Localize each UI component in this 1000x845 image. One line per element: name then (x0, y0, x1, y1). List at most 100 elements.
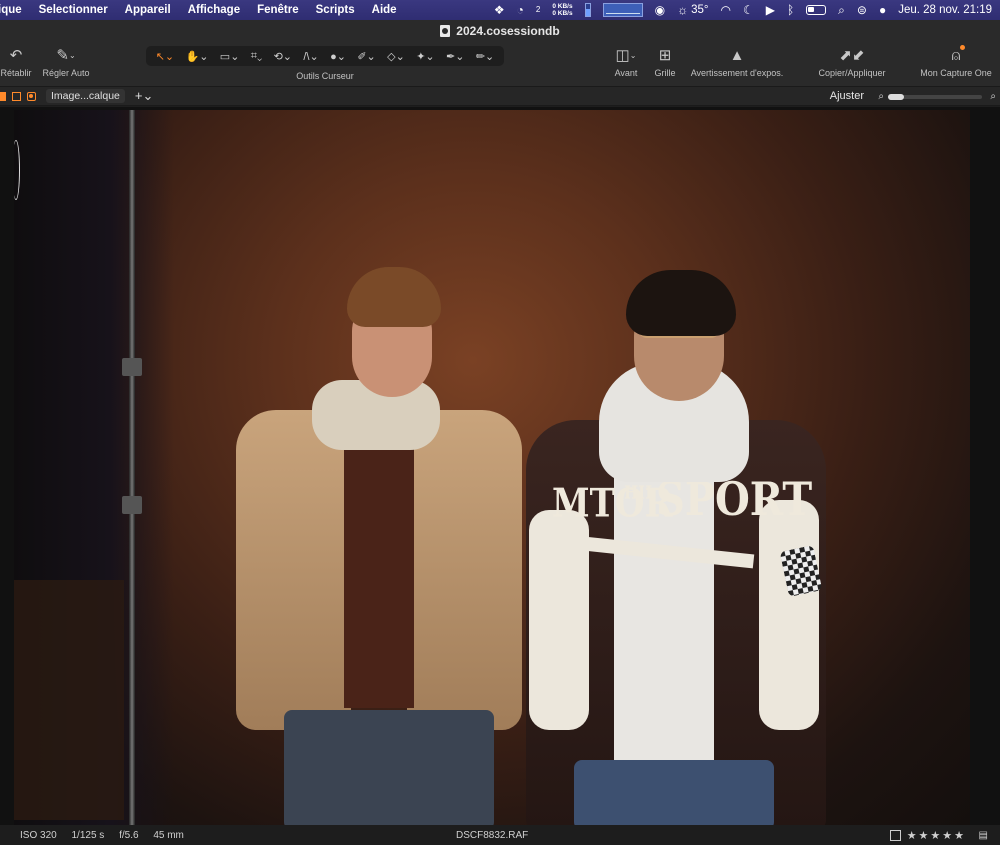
reset-arrow-icon: ↶ (9, 47, 23, 64)
person-right-jeans (574, 760, 774, 825)
grid-button[interactable]: ⊞ Grille (650, 42, 680, 86)
eraser-icon[interactable]: ◇⌄ (387, 50, 405, 63)
gradient-icon[interactable]: ✦⌄ (416, 50, 434, 63)
layer-mask-icon[interactable] (0, 91, 6, 101)
iso-value: ISO 320 (20, 829, 57, 841)
bluetooth-icon[interactable]: ᛒ (787, 0, 794, 20)
select-cursor-icon[interactable]: ↖⌄ (156, 50, 174, 63)
magic-wand-icon: ✎ ⌄ (56, 47, 76, 64)
annotate-icon[interactable]: ✏⌄ (476, 50, 494, 63)
reset-button[interactable]: ↶ Rétablir (0, 42, 34, 86)
macos-menu-bar: ique Selectionner Appareil Affichage Fen… (0, 0, 1000, 20)
brush-icon[interactable]: ✐⌄ (357, 50, 375, 63)
exposure-warning-button[interactable]: ▲ Avertissement d'expos. (686, 42, 788, 86)
exposure-warning-label: Avertissement d'expos. (690, 68, 784, 78)
studio-cabinet (14, 580, 124, 820)
menu-item-select[interactable]: Selectionner (39, 4, 108, 16)
zoom-out-icon[interactable]: ⌕ (878, 91, 884, 102)
copy-apply-label: Copier/Appliquer (818, 68, 886, 78)
main-toolbar: ↶ Rétablir ✎ ⌄ Régler Auto ↖⌄ ✋⌄ ▭⌄ ⌗⌄ ⟲⌄… (0, 42, 1000, 86)
grid-icon: ⊞ (658, 47, 672, 64)
weather-widget[interactable]: ☼ 35° (677, 0, 708, 20)
copy-apply-arrows-icon: ⬈⬋ (839, 47, 865, 64)
reset-label: Rétablir (0, 68, 32, 78)
moon-icon[interactable]: ☾ (743, 0, 754, 20)
color-tag-box[interactable] (889, 829, 901, 841)
add-layer-icon[interactable]: +⌄ (135, 88, 153, 104)
app-menu: ique Selectionner Appareil Affichage Fen… (0, 4, 414, 16)
image-info-bar: ISO 320 1/125 s f/5.6 45 mm DSCF8832.RAF… (0, 825, 1000, 845)
menu-bar-status-area: ❖ ◔ 2 0 KB/s 0 KB/s ◉ ☼ 35° ◠ ☾ ▶ ᛒ ⌕ ⊜ … (482, 0, 992, 20)
speedometer-icon[interactable]: ◔ (517, 0, 524, 20)
menu-item-window[interactable]: Fenêtre (257, 4, 299, 16)
jacket-text-chest: HIL (624, 482, 656, 504)
camera-focus-icon[interactable]: ▭⌄ (220, 50, 240, 63)
window-title: 2024.cosessiondb (456, 24, 560, 38)
photo-preview[interactable]: MTOR HIL SPORT (14, 110, 970, 825)
my-capture-one-label: Mon Capture One (920, 68, 992, 78)
pan-hand-icon[interactable]: ✋⌄ (186, 50, 209, 63)
person-right-sleeve-right (759, 500, 819, 730)
warning-triangle-icon: ▲ (729, 46, 745, 64)
menu-item-help[interactable]: Aide (372, 4, 397, 16)
layer-view-icon[interactable] (27, 91, 36, 101)
keystone-icon[interactable]: /\⌄ (303, 50, 318, 63)
file-name: DSCF8832.RAF (456, 829, 529, 841)
clock[interactable]: Jeu. 28 nov. 21:19 (898, 4, 992, 16)
grid-label: Grille (654, 68, 676, 78)
memory-meter[interactable] (584, 3, 591, 17)
focal-length-value: 45 mm (153, 829, 184, 841)
exif-info: ISO 320 1/125 s f/5.6 45 mm (0, 830, 184, 841)
person-left-jacket-right (407, 410, 522, 730)
battery-icon[interactable] (806, 5, 827, 15)
siri-icon[interactable]: ● (879, 0, 886, 20)
viewer-options-bar: Image...calque +⌄ Ajuster ⌕ ⌕ (0, 86, 1000, 106)
menu-item-camera[interactable]: Appareil (125, 4, 171, 16)
play-circle-icon[interactable]: ▶ (766, 0, 775, 20)
aperture-value: f/5.6 (119, 829, 139, 841)
spot-removal-icon[interactable]: ●⌄ (330, 50, 346, 63)
menu-item-view[interactable]: Affichage (188, 4, 240, 16)
zoom-in-icon[interactable]: ⌕ (990, 91, 996, 102)
crop-icon[interactable]: ⌗⌄ (251, 50, 262, 63)
control-center-icon[interactable]: ⊜ (857, 0, 867, 20)
before-button[interactable]: ◫ ⌄ Avant (606, 42, 646, 86)
search-icon[interactable]: ⌕ (838, 0, 845, 20)
light-stand (129, 110, 135, 825)
before-label: Avant (614, 68, 638, 78)
network-speed[interactable]: 0 KB/s 0 KB/s (552, 3, 572, 17)
my-capture-one-button[interactable]: ⍝ Mon Capture One (916, 42, 996, 86)
rotate-icon[interactable]: ⟲⌄ (274, 50, 292, 63)
temperature: 35° (691, 4, 709, 16)
image-viewer[interactable]: MTOR HIL SPORT (0, 107, 1000, 825)
menu-item-scripts[interactable]: Scripts (316, 4, 355, 16)
user-circle-icon[interactable]: ◉ (655, 0, 665, 20)
shutter-value: 1/125 s (71, 829, 105, 841)
info-menu-icon[interactable]: ▤ (979, 830, 988, 841)
session-document-icon (440, 25, 451, 37)
layer-select[interactable]: Image...calque (46, 89, 125, 103)
dropbox-icon[interactable]: ❖ (494, 0, 505, 20)
layer-frame-icon[interactable] (12, 91, 21, 101)
net-upload: 0 KB/s (552, 3, 573, 10)
counter-small: 2 (535, 5, 541, 14)
person-left-hair (347, 267, 441, 327)
person-right-hair (626, 270, 736, 336)
copy-apply-button[interactable]: ⬈⬋ Copier/Appliquer (814, 42, 890, 86)
net-download: 0 KB/s (552, 10, 573, 17)
auto-adjust-button[interactable]: ✎ ⌄ Régler Auto (40, 42, 92, 86)
picker-icon[interactable]: ✒⌄ (446, 50, 464, 63)
menu-item-file[interactable]: ique (0, 4, 22, 16)
rating-control: ★★★★★ (889, 829, 966, 842)
fit-label[interactable]: Ajuster (830, 90, 864, 102)
stand-clamp-top (122, 358, 142, 376)
zoom-slider[interactable] (888, 94, 982, 100)
star-rating[interactable]: ★★★★★ (907, 829, 966, 842)
notification-dot (960, 45, 965, 50)
person-left-jacket-left (236, 410, 351, 730)
wifi-icon[interactable]: ◠ (720, 0, 730, 20)
cursor-tools-label: Outils Curseur (296, 71, 354, 81)
cpu-graph[interactable] (602, 3, 643, 17)
auto-adjust-label: Régler Auto (42, 68, 90, 78)
person-left-jeans (284, 710, 494, 825)
